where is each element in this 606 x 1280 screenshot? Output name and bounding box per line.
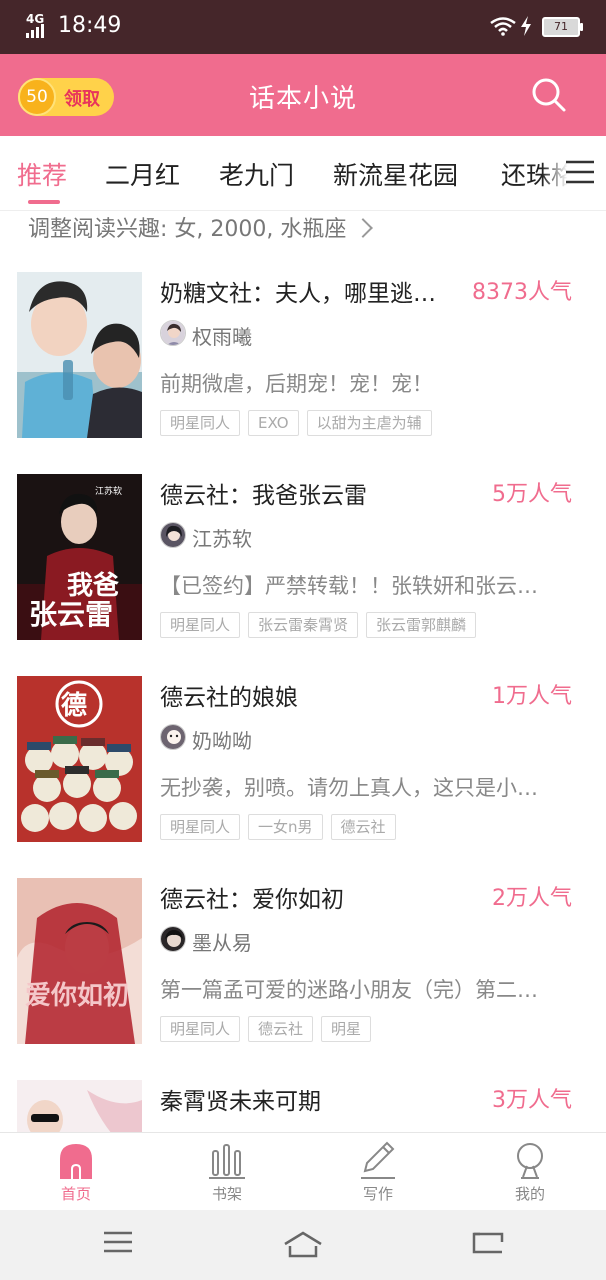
- book-title: 德云社：我爸张云雷: [160, 483, 367, 509]
- bottom-navigation: 首页 书架 写作 我的: [0, 1132, 606, 1211]
- tag[interactable]: 明星同人: [160, 814, 241, 840]
- tag[interactable]: 明星同人: [160, 612, 241, 638]
- book-title: 秦霄贤未来可期: [160, 1089, 321, 1115]
- nav-label: 首页: [60, 1185, 91, 1203]
- book-description: 【已签约】严禁转载！！张轶妍和张云…: [160, 574, 538, 598]
- pencil-icon: [361, 1141, 395, 1179]
- tab-laojiumen[interactable]: 老九门: [219, 156, 294, 192]
- popularity: 8373人气: [472, 280, 572, 305]
- category-tabs: 推荐 二月红 老九门 新流星花园 还珠格: [0, 136, 606, 211]
- recent-apps-icon[interactable]: [104, 1230, 132, 1254]
- cover-watermark: 江苏软: [95, 485, 122, 497]
- book-item[interactable]: 我爸 张云雷 江苏软 德云社：我爸张云雷 5万人气 江苏软 【已签约】严禁转载！…: [0, 452, 606, 655]
- avatar: [160, 724, 186, 750]
- status-time: 18:49: [58, 13, 122, 38]
- chevron-right-icon: [353, 218, 374, 238]
- nav-bookshelf[interactable]: 书架: [177, 1141, 277, 1207]
- avatar: [160, 522, 186, 548]
- app-title: 话本小说: [248, 84, 357, 114]
- nav-label: 书架: [211, 1185, 242, 1203]
- active-tab-indicator: [28, 200, 60, 204]
- tag[interactable]: 明星: [321, 1016, 372, 1042]
- book-description: 前期微虐，后期宠！宠！宠！: [160, 372, 433, 396]
- book-cover: [17, 272, 142, 438]
- menu-icon[interactable]: [566, 160, 594, 184]
- author-name: 墨从易: [192, 931, 252, 955]
- tag-list: 明星同人 德云社 明星: [160, 1016, 379, 1042]
- interest-text: 调整阅读兴趣: 女, 2000, 水瓶座: [28, 217, 347, 242]
- author-name: 权雨曦: [192, 325, 252, 349]
- tag[interactable]: 张云雷郭麒麟: [366, 612, 477, 638]
- reading-interest-link[interactable]: 调整阅读兴趣: 女, 2000, 水瓶座: [28, 211, 374, 242]
- tag[interactable]: 德云社: [248, 1016, 314, 1042]
- back-icon[interactable]: [472, 1230, 504, 1256]
- tag[interactable]: 以甜为主虐为辅: [306, 410, 432, 436]
- app-header: 50 领取 话本小说: [0, 54, 606, 136]
- status-bar: 4G 18:49 71: [0, 0, 606, 54]
- nav-write[interactable]: 写作: [328, 1141, 428, 1207]
- book-title: 奶糖文社：夫人，哪里逃…: [160, 281, 436, 307]
- popularity: 2万人气: [492, 886, 572, 911]
- nav-profile[interactable]: 我的: [480, 1141, 580, 1207]
- cover-emblem-char: 德: [61, 691, 87, 721]
- nav-label: 写作: [362, 1185, 393, 1203]
- book-description: 第一篇孟可爱的迷路小朋友（完）第二…: [160, 978, 538, 1002]
- author-name: 江苏软: [192, 527, 252, 551]
- bookshelf-icon: [209, 1144, 245, 1179]
- charging-icon: [521, 16, 531, 36]
- cover-title: 爱你如初: [25, 981, 129, 1011]
- home-button-icon[interactable]: [283, 1230, 323, 1260]
- book-title: 德云社的娘娘: [160, 685, 298, 711]
- tag-list: 明星同人 EXO 以甜为主虐为辅: [160, 410, 440, 436]
- nav-home[interactable]: 首页: [26, 1141, 126, 1207]
- cover-title-line1: 我爸: [67, 571, 119, 601]
- book-description: 无抄袭，别喷。请勿上真人，这只是小…: [160, 776, 538, 800]
- book-item[interactable]: 德 德云社的娘娘 1万人气 奶呦呦 无抄袭，别喷。请勿上真人，这只是小… 明星同…: [0, 654, 606, 857]
- book-cover: 德: [17, 676, 142, 842]
- avatar: [160, 320, 186, 346]
- book-cover: 爱你如初: [17, 878, 142, 1044]
- home-icon: [60, 1144, 92, 1179]
- popularity: 5万人气: [492, 482, 572, 507]
- search-icon[interactable]: [530, 76, 568, 114]
- popularity: 3万人气: [492, 1088, 572, 1113]
- tag[interactable]: 明星同人: [160, 410, 241, 436]
- tag-list: 明星同人 张云雷秦霄贤 张云雷郭麒麟: [160, 612, 484, 638]
- tag[interactable]: 一女n男: [248, 814, 323, 840]
- book-item[interactable]: 爱你如初 德云社：爱你如初 2万人气 墨从易 第一篇孟可爱的迷路小朋友（完）第二…: [0, 856, 606, 1059]
- author-name: 奶呦呦: [192, 729, 252, 753]
- battery-indicator: 71: [542, 17, 583, 37]
- system-navigation-bar: [0, 1210, 606, 1280]
- book-cover: 我爸 张云雷 江苏软: [17, 474, 142, 640]
- tab-eryuehong[interactable]: 二月红: [105, 156, 180, 192]
- tag[interactable]: 明星同人: [160, 1016, 241, 1042]
- avatar: [160, 926, 186, 952]
- cover-title-line2: 张云雷: [29, 598, 113, 631]
- book-item[interactable]: 奶糖文社：夫人，哪里逃… 8373人气 权雨曦 前期微虐，后期宠！宠！宠！ 明星…: [0, 250, 606, 453]
- tag-list: 明星同人 一女n男 德云社: [160, 814, 404, 840]
- popularity: 1万人气: [492, 684, 572, 709]
- tab-recommend[interactable]: 推荐: [17, 156, 67, 192]
- nav-label: 我的: [514, 1185, 545, 1203]
- book-title: 德云社：爱你如初: [160, 887, 344, 913]
- tag[interactable]: 张云雷秦霄贤: [248, 612, 359, 638]
- wifi-icon: [490, 17, 516, 36]
- profile-icon: [517, 1143, 543, 1179]
- tab-meteor-garden[interactable]: 新流星花园: [333, 156, 458, 192]
- tag[interactable]: 德云社: [330, 814, 396, 840]
- cellular-signal-icon: 4G: [26, 12, 52, 40]
- tag[interactable]: EXO: [248, 410, 299, 436]
